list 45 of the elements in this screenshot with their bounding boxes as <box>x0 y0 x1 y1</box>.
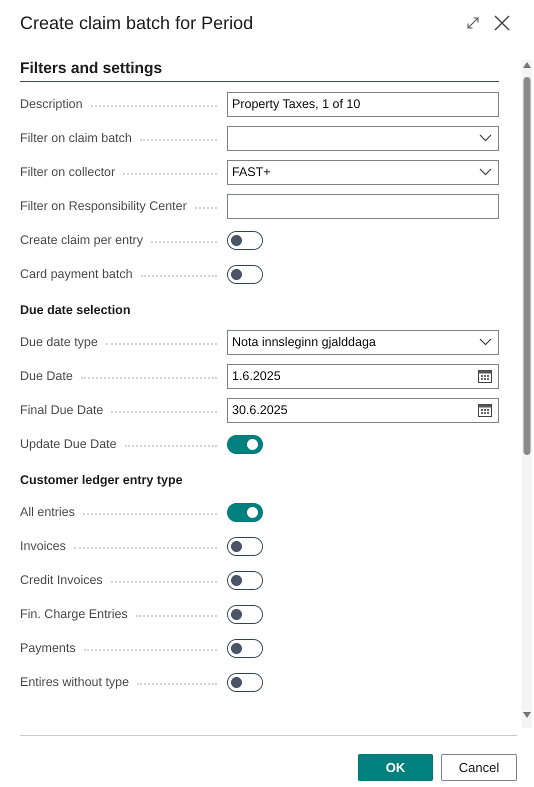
field-label: Invoices <box>20 539 66 553</box>
calendar-icon[interactable] <box>478 369 492 383</box>
field-label: Fin. Charge Entries <box>20 607 128 621</box>
group-heading: Due date selection <box>20 302 130 317</box>
expand-icon[interactable] <box>466 16 480 30</box>
field-label: Card payment batch <box>20 267 133 281</box>
toggle-switch[interactable] <box>227 230 263 250</box>
section-heading: Filters and settings <box>20 60 499 82</box>
date-field[interactable]: 30.6.2025 <box>227 398 499 422</box>
toggle-switch[interactable] <box>227 672 263 692</box>
field-label: Filter on Responsibility Center <box>20 199 187 213</box>
dropdown-field[interactable]: FAST+ <box>227 160 499 184</box>
input-field[interactable]: Property Taxes, 1 of 10 <box>227 92 499 116</box>
field-label: Description <box>20 97 83 111</box>
toggle-switch[interactable] <box>227 264 263 284</box>
field-label: Payments <box>20 641 76 655</box>
field-label: Credit Invoices <box>20 573 103 587</box>
chevron-down-icon[interactable] <box>479 168 492 176</box>
cancel-button[interactable]: Cancel <box>441 754 517 781</box>
date-field[interactable]: 1.6.2025 <box>227 364 499 388</box>
group-heading: Customer ledger entry type <box>20 472 183 487</box>
ok-button[interactable]: OK <box>358 754 433 781</box>
field-label: Update Due Date <box>20 437 117 451</box>
chevron-down-icon[interactable] <box>479 338 492 346</box>
chevron-down-icon[interactable] <box>479 134 492 142</box>
toggle-switch[interactable] <box>227 570 263 590</box>
dialog-title: Create claim batch for Period <box>20 12 254 34</box>
field-label: Final Due Date <box>20 403 104 417</box>
field-label: Filter on collector <box>20 165 116 179</box>
field-label: Due Date <box>20 369 73 383</box>
dropdown-field[interactable] <box>227 126 499 150</box>
field-label: Entires without type <box>20 675 130 689</box>
input-field[interactable] <box>227 194 499 218</box>
toggle-switch[interactable] <box>227 604 263 624</box>
close-icon[interactable] <box>494 15 510 31</box>
toggle-switch[interactable] <box>227 502 263 522</box>
toggle-switch[interactable] <box>227 638 263 658</box>
toggle-switch[interactable] <box>227 434 263 454</box>
dropdown-field[interactable]: Nota innsleginn gjalddaga <box>227 330 499 354</box>
calendar-icon[interactable] <box>478 403 492 417</box>
toggle-switch[interactable] <box>227 536 263 556</box>
field-label: Due date type <box>20 335 98 349</box>
field-label: All entries <box>20 505 75 519</box>
field-label: Create claim per entry <box>20 233 143 247</box>
field-label: Filter on claim batch <box>20 131 132 145</box>
